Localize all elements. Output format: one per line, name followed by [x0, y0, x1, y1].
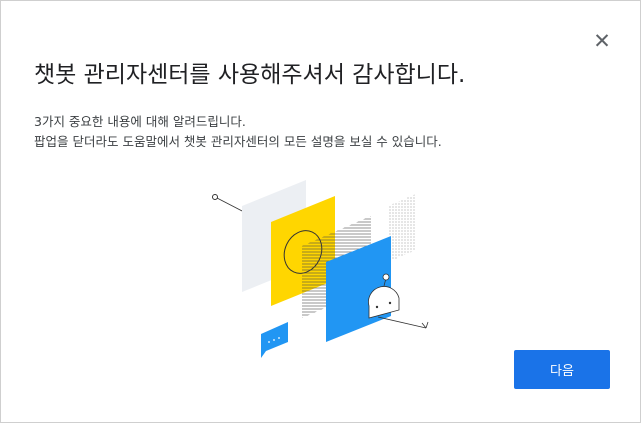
- dialog-description: 3가지 중요한 내용에 대해 알려드립니다. 팝업을 닫더라도 도움말에서 챗봇…: [34, 112, 442, 152]
- description-line-2: 팝업을 닫더라도 도움말에서 챗봇 관리자센터의 모든 설명을 보실 수 있습니…: [34, 134, 442, 149]
- dialog-title: 챗봇 관리자센터를 사용해주셔서 감사합니다.: [34, 62, 466, 88]
- chat-bubble-icon: [261, 322, 288, 358]
- pointer-line-top: [212, 194, 247, 214]
- onboarding-dialog: ✕ 챗봇 관리자센터를 사용해주셔서 감사합니다. 3가지 중요한 내용에 대해…: [0, 0, 641, 423]
- onboarding-illustration: [212, 180, 429, 358]
- next-button[interactable]: 다음: [514, 350, 610, 389]
- dotted-panel: [388, 194, 416, 262]
- description-line-1: 3가지 중요한 내용에 대해 알려드립니다.: [34, 114, 246, 129]
- close-icon[interactable]: ✕: [591, 29, 613, 53]
